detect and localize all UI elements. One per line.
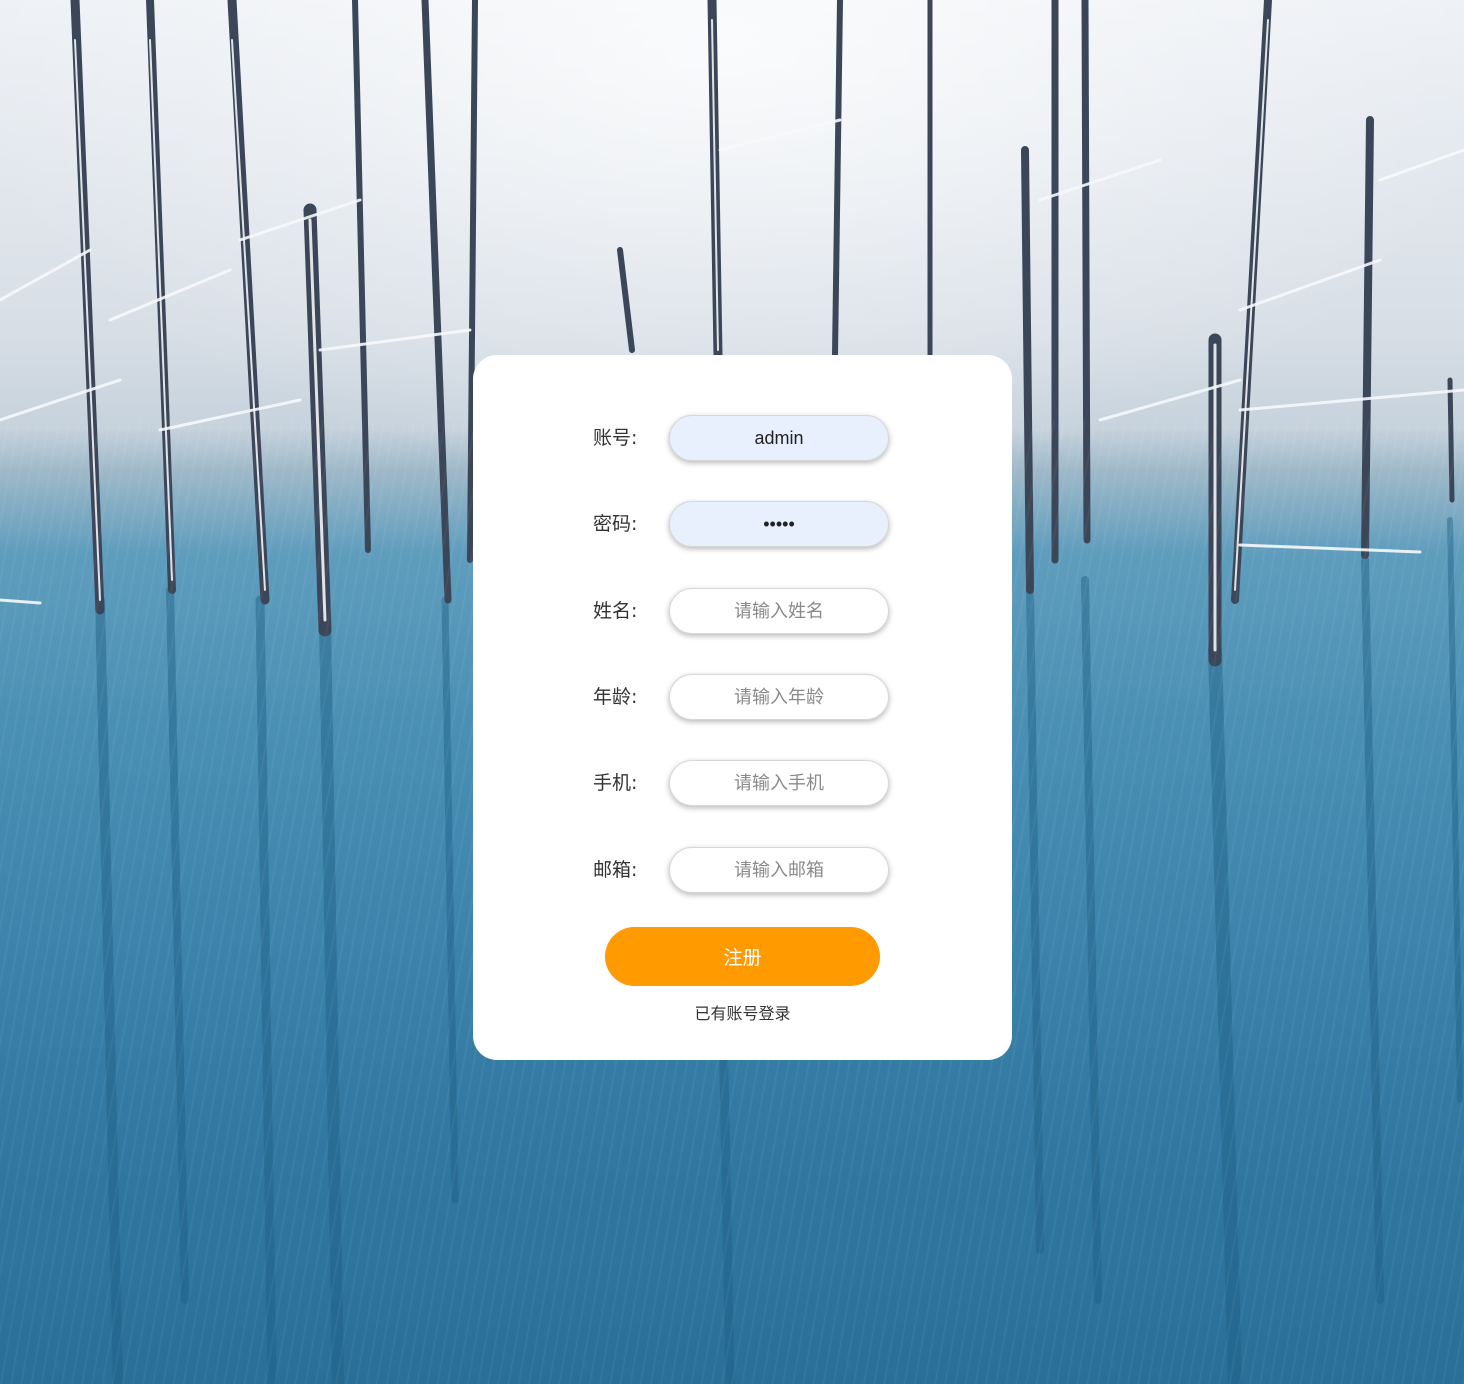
phone-row: 手机: — [473, 760, 1012, 806]
password-row: 密码: — [473, 501, 1012, 547]
name-label: 姓名: — [593, 600, 638, 622]
password-input[interactable] — [669, 501, 889, 547]
register-button[interactable]: 注册 — [605, 927, 880, 986]
register-card: 账号: 密码: 姓名: 年龄: 手机: 邮箱: 注册 已有账号登录 — [473, 355, 1012, 1060]
name-input[interactable] — [669, 588, 889, 634]
email-row: 邮箱: — [473, 847, 1012, 893]
age-input[interactable] — [669, 674, 889, 720]
email-input[interactable] — [669, 847, 889, 893]
phone-input[interactable] — [669, 760, 889, 806]
login-link[interactable]: 已有账号登录 — [473, 1000, 1012, 1024]
name-row: 姓名: — [473, 588, 1012, 634]
phone-label: 手机: — [593, 772, 638, 794]
email-label: 邮箱: — [593, 859, 638, 881]
password-label: 密码: — [593, 513, 638, 535]
age-row: 年龄: — [473, 674, 1012, 720]
account-input[interactable] — [669, 415, 889, 461]
age-label: 年龄: — [593, 686, 638, 708]
account-row: 账号: — [473, 415, 1012, 461]
account-label: 账号: — [593, 427, 638, 449]
